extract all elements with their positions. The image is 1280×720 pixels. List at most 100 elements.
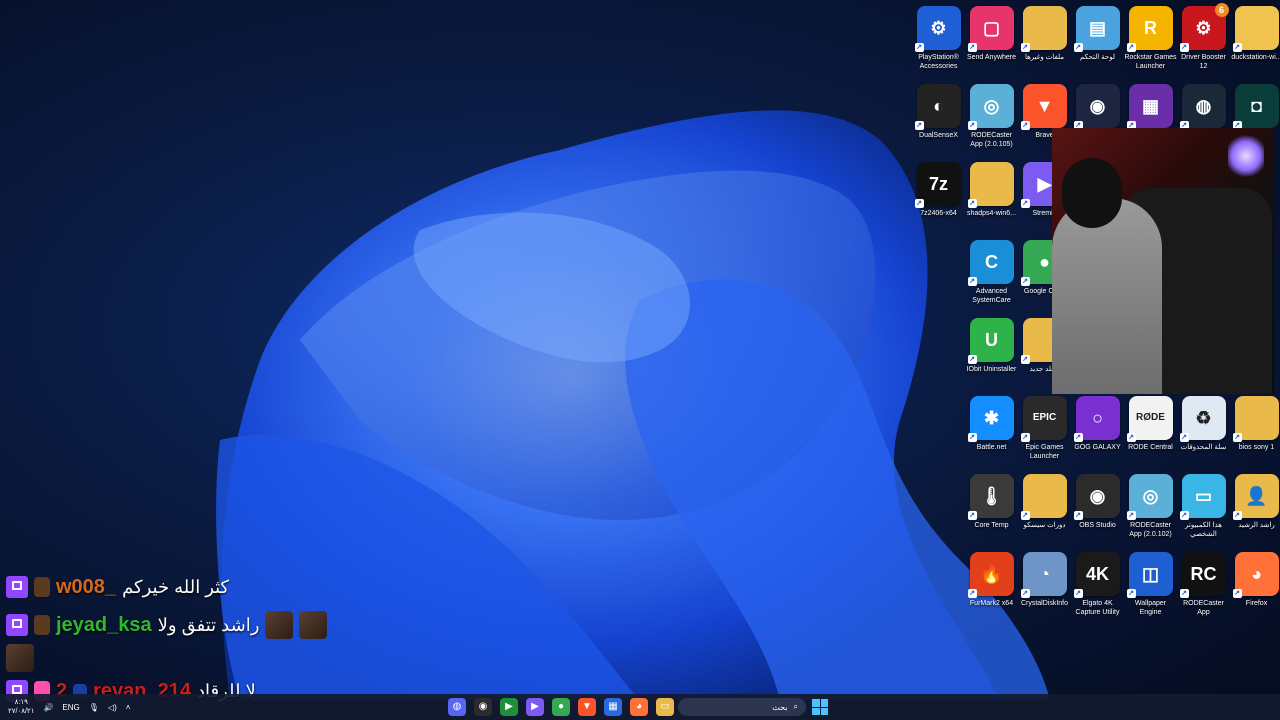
clock[interactable]: ٨:١٩ ٢٧/٠٨/٢١ xyxy=(8,698,34,716)
desktop-shortcut-label: RODECaster App xyxy=(1183,600,1224,616)
desktop-shortcut[interactable]: ▢ ↗ Send Anywhere xyxy=(965,2,1018,62)
sub-badge-icon xyxy=(34,615,50,635)
shortcut-arrow-icon: ↗ xyxy=(1020,121,1030,130)
desktop-shortcut-label: Driver Booster 12 xyxy=(1181,54,1226,70)
desktop-shortcut[interactable]: ◎ ↗ RODECaster App (2.0.105) xyxy=(965,80,1018,149)
desktop-shortcut[interactable]: ♻ ↗ سلة المحذوفات xyxy=(1177,392,1230,452)
playstation-accessories-icon: ⚙ ↗ xyxy=(914,6,961,52)
discord-icon[interactable]: ◍ xyxy=(448,698,466,716)
desktop-shortcut[interactable]: ⚙ ↗ PlayStation® Accessories xyxy=(912,2,965,71)
desktop-shortcut[interactable]: 4K ↗ Elgato 4K Capture Utility xyxy=(1071,548,1124,617)
notification-badge: 6 xyxy=(1214,3,1229,17)
desktop-shortcut[interactable]: R ↗ Rockstar Games Launcher xyxy=(1124,2,1177,71)
brave-icon[interactable]: ▼ xyxy=(578,698,596,716)
desktop-shortcut[interactable]: U ↗ IObit Uninstaller xyxy=(965,314,1018,374)
emote-icon xyxy=(6,644,34,672)
store-icon[interactable]: ▦ xyxy=(604,698,622,716)
desktop-shortcut[interactable]: RC ↗ RODECaster App xyxy=(1177,548,1230,617)
desktop-shortcut[interactable]: ▭ ↗ هذا الكمبيوتر الشخصي xyxy=(1177,470,1230,539)
desktop-shortcut[interactable]: ◔ ↗ CrystalDiskInfo xyxy=(1018,548,1071,608)
desktop-shortcut[interactable]: C ↗ Advanced SystemCare xyxy=(965,236,1018,305)
folder-icon: ↗ xyxy=(1232,396,1279,442)
brave-icon: ▼ ↗ xyxy=(1020,84,1067,130)
shortcut-arrow-icon: ↗ xyxy=(967,121,977,130)
desktop-shortcut[interactable]: ↗ ملفات وغيرها xyxy=(1018,2,1071,62)
send-anywhere-icon: ▢ ↗ xyxy=(967,6,1014,52)
game-launcher-icon[interactable]: ▶ xyxy=(500,698,518,716)
obs-icon: ◉ ↗ xyxy=(1073,474,1120,520)
desktop-shortcut-label: RODECaster App (2.0.105) xyxy=(970,132,1013,148)
obs-icon[interactable]: ◉ xyxy=(474,698,492,716)
desktop-shortcut[interactable]: ✱ ↗ Battle.net xyxy=(965,392,1018,452)
shortcut-arrow-icon: ↗ xyxy=(1179,589,1189,598)
desktop-shortcut[interactable]: ↗ shadps4-win6... xyxy=(965,158,1018,218)
shortcut-arrow-icon: ↗ xyxy=(1179,511,1189,520)
desktop-shortcut-label: Rockstar Games Launcher xyxy=(1124,54,1177,70)
shortcut-arrow-icon: ↗ xyxy=(1020,199,1030,208)
desktop-shortcut-label: Advanced SystemCare xyxy=(972,288,1011,304)
desktop-shortcut-label: Elgato 4K Capture Utility xyxy=(1075,600,1120,616)
dualsensex-icon: ◐ ↗ xyxy=(914,84,961,130)
shortcut-arrow-icon: ↗ xyxy=(1020,433,1030,442)
desktop-shortcut-label: IObit Uninstaller xyxy=(966,366,1017,373)
chat-emote-row xyxy=(6,644,426,672)
desktop-shortcut[interactable]: ◉ ↗ xyxy=(1071,80,1124,131)
shortcut-arrow-icon: ↗ xyxy=(1232,589,1242,598)
stremio-icon[interactable]: ▶ xyxy=(526,698,544,716)
folder-icon: ↗ xyxy=(1020,6,1067,52)
speaker-icon[interactable]: ◁) xyxy=(108,703,117,712)
folder-icon: ↗ xyxy=(967,162,1014,208)
chevron-up-icon[interactable]: ˄ xyxy=(126,703,131,712)
desktop-shortcut[interactable]: EPIC ↗ Epic Games Launcher xyxy=(1018,392,1071,461)
desktop-shortcut[interactable]: 🌡 ↗ Core Temp xyxy=(965,470,1018,530)
desktop-shortcut[interactable]: ↗ duckstation-wi... xyxy=(1230,2,1280,62)
desktop-shortcut[interactable]: ▦ ↗ xyxy=(1124,80,1177,131)
rockstar-icon: R ↗ xyxy=(1126,6,1173,52)
start-button[interactable] xyxy=(812,699,828,715)
driver-booster-icon: ⚙ ↗ 6 xyxy=(1179,3,1229,52)
shortcut-arrow-icon: ↗ xyxy=(1020,43,1030,52)
shortcut-arrow-icon: ↗ xyxy=(1020,589,1030,598)
desktop-shortcut[interactable]: ▤ ↗ لوحة التحكم xyxy=(1071,2,1124,62)
desktop-shortcut[interactable]: ↗ bios sony 1 xyxy=(1230,392,1280,452)
desktop-shortcut[interactable]: ⚙ ↗ 6 Driver Booster 12 xyxy=(1177,2,1230,71)
shortcut-arrow-icon: ↗ xyxy=(967,589,977,598)
desktop-shortcut-label: shadps4-win6... xyxy=(966,210,1017,217)
windows-logo-icon xyxy=(812,699,820,707)
shortcut-arrow-icon: ↗ xyxy=(914,43,924,52)
volume-icon[interactable]: 🔊 xyxy=(43,703,53,712)
desktop-shortcut[interactable]: 👤 ↗ راشد الرشيد xyxy=(1230,470,1280,530)
desktop-shortcut[interactable]: ◎ ↗ RODECaster App (2.0.102) xyxy=(1124,470,1177,539)
desktop-shortcut-label: هذا الكمبيوتر الشخصي xyxy=(1185,522,1222,538)
iobit-uninstaller-icon: U ↗ xyxy=(967,318,1014,364)
desktop-shortcut-label: 7z2406-x64 xyxy=(920,210,957,217)
shortcut-arrow-icon: ↗ xyxy=(1073,43,1083,52)
desktop-shortcut-label: RODECaster App (2.0.102) xyxy=(1129,522,1172,538)
taskbar: ٨:١٩ ٢٧/٠٨/٢١ 🔊 ENG 🎙 ◁) ˄ ◍ ◉ ▶ ▶ ● ▼ ▦ ◕ ▭ بحث… xyxy=(0,694,1280,720)
desktop-shortcut[interactable]: ◐ ↗ DualSenseX xyxy=(912,80,965,140)
rodecaster-app-icon: RC ↗ xyxy=(1179,552,1226,598)
language-indicator[interactable]: ENG xyxy=(62,703,79,712)
desktop-shortcut[interactable]: RØDE ↗ RODE Central xyxy=(1124,392,1177,452)
desktop-shortcut[interactable]: 7z ↗ 7z2406-x64 xyxy=(912,158,965,218)
desktop-shortcut[interactable]: ◍ ↗ xyxy=(1177,80,1230,131)
file-explorer-icon[interactable]: ▭ xyxy=(656,698,674,716)
rodecaster-installer-icon: ◎ ↗ xyxy=(1126,474,1173,520)
taskbar-search[interactable]: بحث ⌕ xyxy=(678,698,806,716)
desktop-shortcut[interactable]: ◕ ↗ Firefox xyxy=(1230,548,1280,608)
core-temp-icon: 🌡 ↗ xyxy=(967,474,1014,520)
shortcut-arrow-icon: ↗ xyxy=(1020,277,1030,286)
desktop-shortcut[interactable]: ◫ ↗ Wallpaper Engine xyxy=(1124,548,1177,617)
desktop-shortcut[interactable]: ○ ↗ GOG GALAXY xyxy=(1071,392,1124,452)
microphone-icon[interactable]: 🎙 xyxy=(89,703,99,712)
desktop-shortcut-label: bios sony 1 xyxy=(1238,444,1275,451)
recycle-bin-icon: ♻ ↗ xyxy=(1179,396,1226,442)
chrome-icon[interactable]: ● xyxy=(552,698,570,716)
desktop-shortcut[interactable]: ↗ دورات سيسكو xyxy=(1018,470,1071,530)
firefox-icon[interactable]: ◕ xyxy=(630,698,648,716)
desktop-shortcut[interactable]: 🔥 ↗ FurMark2 x64 xyxy=(965,548,1018,608)
desktop-shortcut[interactable]: ◉ ↗ OBS Studio xyxy=(1071,470,1124,530)
shortcut-arrow-icon: ↗ xyxy=(967,43,977,52)
shortcut-arrow-icon: ↗ xyxy=(914,121,924,130)
desktop-shortcut-label: دورات سيسكو xyxy=(1023,522,1066,529)
